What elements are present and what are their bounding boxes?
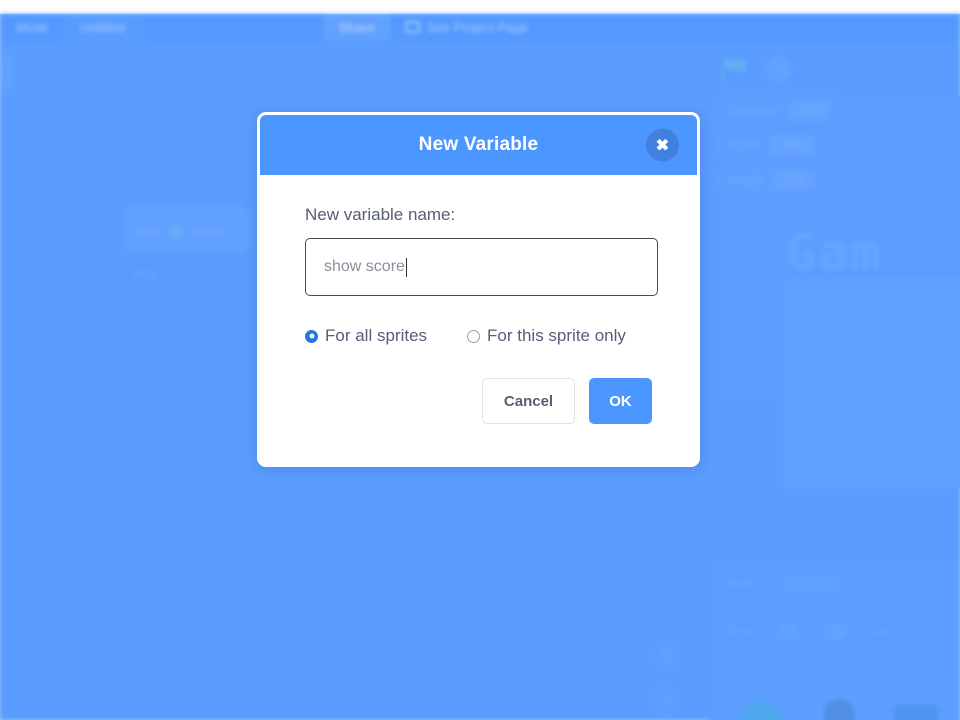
modal-body: New variable name: show score For all sp… [260, 175, 697, 346]
text-cursor [405, 257, 407, 277]
new-variable-modal: New Variable ✖ New variable name: show s… [257, 112, 700, 467]
cancel-button[interactable]: Cancel [482, 378, 575, 424]
scope-radio-group: For all sprites For this sprite only [305, 326, 652, 346]
variable-name-label: New variable name: [305, 205, 456, 224]
modal-title: New Variable [418, 134, 539, 155]
close-icon[interactable]: ✖ [646, 128, 679, 162]
variable-name-value: show score [324, 258, 405, 275]
radio-button-icon[interactable] [467, 329, 481, 343]
radio-for-this-sprite-only[interactable]: For this sprite only [467, 326, 626, 346]
modal-header: New Variable ✖ [260, 115, 697, 175]
ok-button[interactable]: OK [589, 378, 652, 424]
scratch-editor-screen: Mode Untitled Share See Project Page whe… [0, 0, 960, 720]
radio-for-all-sprites[interactable]: For all sprites [305, 326, 427, 346]
variable-name-input[interactable]: show score [305, 238, 658, 296]
radio-label: For this sprite only [487, 326, 626, 345]
radio-label: For all sprites [325, 326, 428, 345]
radio-button-icon[interactable] [305, 329, 318, 343]
modal-actions: Cancel OK [260, 378, 697, 424]
